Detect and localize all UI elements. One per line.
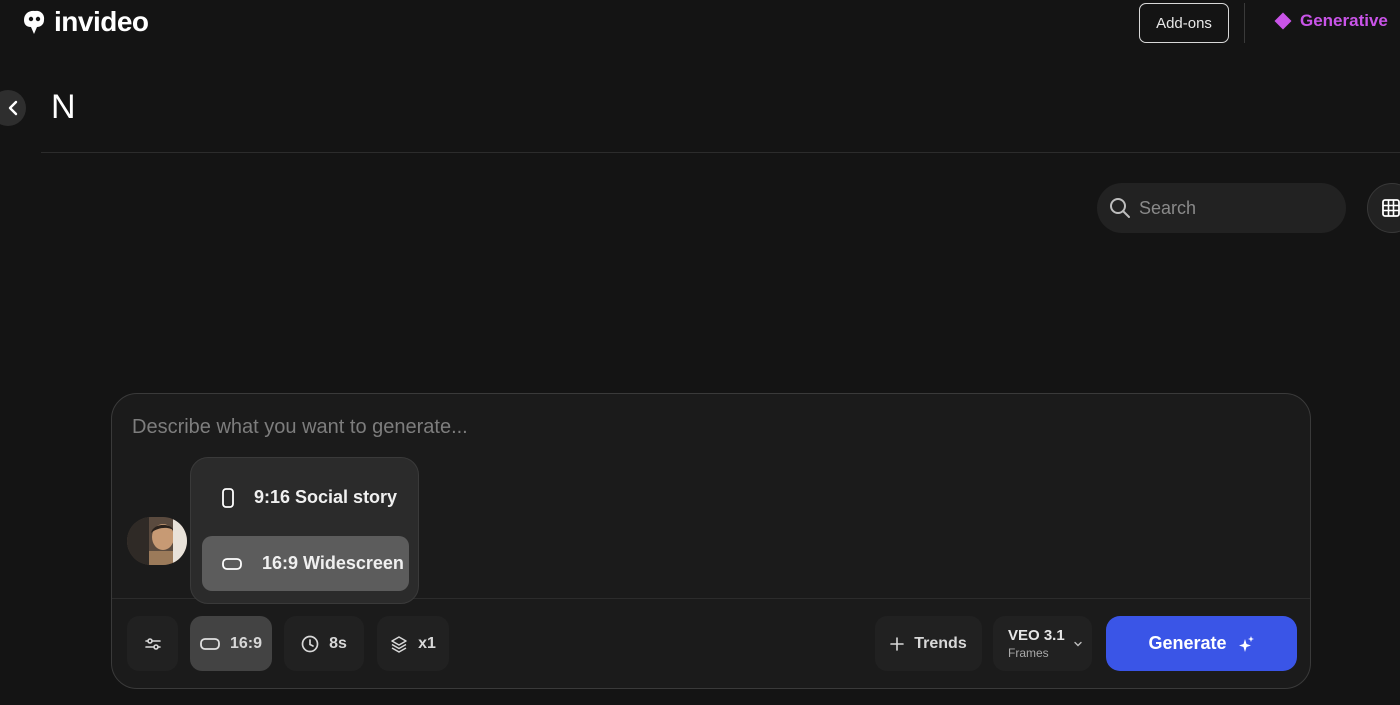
top-bar: invideo Add-ons Generative (0, 0, 1400, 46)
model-mode: Frames (1008, 646, 1049, 660)
duration-label: 8s (329, 634, 347, 652)
aspect-ratio-label: 16:9 (229, 634, 263, 652)
generate-label: Generate (1148, 633, 1227, 653)
model-name: VEO 3.1 (1008, 627, 1065, 644)
invideo-logo-icon (24, 10, 45, 34)
invideo-logo[interactable]: invideo (20, 8, 149, 36)
prompt-input[interactable]: Describe what you want to generate... (132, 416, 468, 439)
aspect-ratio-button[interactable]: 16:9 (190, 616, 272, 671)
generate-button[interactable]: Generate (1106, 616, 1297, 671)
trends-label: Trends (914, 634, 967, 652)
grid-icon (1382, 199, 1400, 217)
search-box[interactable]: Search (1097, 183, 1346, 233)
portrait-frame-icon (222, 487, 234, 508)
grid-view-button[interactable] (1367, 183, 1400, 233)
sparkle-icon (1238, 635, 1254, 652)
landscape-frame-icon (200, 637, 220, 650)
brand-name: invideo (54, 6, 149, 37)
menu-item-label: 16:9 Widescreen (262, 553, 404, 573)
plan-label: Generative (1300, 11, 1388, 30)
diamond-icon (1274, 12, 1292, 30)
count-label: x1 (418, 634, 436, 652)
clock-icon (301, 635, 319, 652)
sliders-icon (144, 637, 161, 650)
plus-icon (890, 636, 905, 651)
back-button[interactable] (0, 90, 26, 126)
chevron-down-icon (1074, 641, 1082, 646)
chevron-left-icon (8, 100, 18, 116)
prompt-composer: Describe what you want to generate... 9:… (111, 393, 1311, 689)
duration-button[interactable]: 8s (284, 616, 364, 671)
search-input[interactable]: Search (1139, 198, 1196, 219)
header-divider (1244, 3, 1245, 43)
model-info: VEO 3.1 Frames (1008, 628, 1065, 659)
menu-item-widescreen[interactable]: 16:9 Widescreen (202, 536, 409, 591)
model-selector[interactable]: VEO 3.1 Frames (993, 616, 1092, 671)
aspect-ratio-menu: 9:16 Social story 16:9 Widescreen (190, 457, 419, 604)
menu-item-label: 9:16 Social story (254, 487, 398, 507)
page-title: N (51, 88, 76, 126)
output-count-button[interactable]: x1 (377, 616, 449, 671)
plan-badge[interactable]: Generative (1274, 11, 1388, 31)
menu-item-social-story[interactable]: 9:16 Social story (202, 470, 409, 525)
header-divider-line (41, 152, 1400, 153)
add-ons-button[interactable]: Add-ons (1139, 3, 1229, 43)
landscape-frame-icon (222, 557, 242, 570)
search-icon (1110, 198, 1130, 218)
trends-button[interactable]: Trends (875, 616, 982, 671)
settings-button[interactable] (127, 616, 178, 671)
layers-icon (391, 635, 407, 653)
avatar[interactable] (127, 517, 187, 565)
avatar-image (127, 517, 187, 565)
